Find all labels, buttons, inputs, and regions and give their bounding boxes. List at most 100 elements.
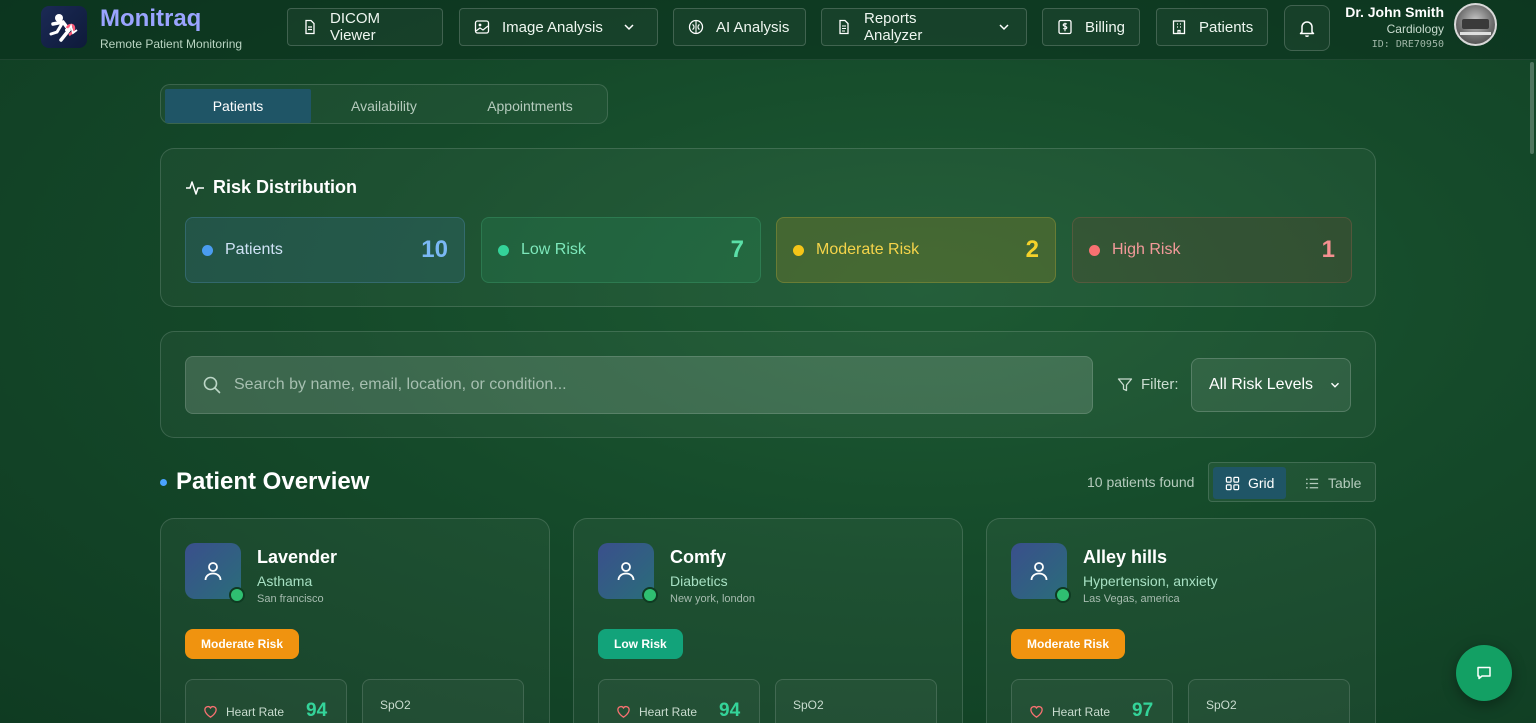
heart-icon <box>617 705 630 718</box>
heart-rate-value: 94 <box>306 700 328 721</box>
risk-distribution-title: Risk Distribution <box>185 177 357 198</box>
heart-icon <box>1030 705 1043 718</box>
user-department: Cardiology <box>1386 22 1444 36</box>
status-dot <box>1089 244 1100 256</box>
risk-level-select[interactable]: All Risk Levels <box>1191 358 1351 412</box>
nav-label: AI Analysis <box>716 18 790 36</box>
risk-card-label: Patients <box>225 241 283 258</box>
brain-icon <box>688 19 704 35</box>
status-dot <box>793 244 804 256</box>
nav-patients[interactable]: Patients <box>1156 8 1268 46</box>
search-box[interactable] <box>185 356 1093 414</box>
patient-card[interactable]: Lavender Asthama San francisco Moderate … <box>160 518 550 723</box>
table-view-button[interactable]: Table <box>1293 467 1373 499</box>
tab-patients[interactable]: Patients <box>165 89 311 123</box>
patient-location: New york, london <box>670 593 755 605</box>
risk-card-moderate[interactable]: Moderate Risk 2 <box>776 217 1056 283</box>
chevron-down-icon <box>624 24 634 31</box>
document-icon <box>305 19 315 35</box>
activity-icon <box>186 180 204 195</box>
heart-rate-metric: Heart Rate 94 <box>598 679 760 723</box>
metric-label: Heart Rate <box>1029 704 1110 719</box>
nav-reports-analyzer[interactable]: Reports Analyzer <box>821 8 1027 46</box>
user-icon <box>617 562 635 581</box>
risk-card-patients[interactable]: Patients 10 <box>185 217 465 283</box>
select-value: All Risk Levels <box>1209 376 1314 393</box>
patient-overview-title: Patient Overview <box>176 468 370 495</box>
user-icon <box>204 562 222 581</box>
section-bullet <box>160 479 167 486</box>
nav-label: Patients <box>1199 18 1254 36</box>
chat-icon <box>1477 666 1491 680</box>
risk-card-value: 10 <box>421 236 448 263</box>
hospital-icon <box>1172 20 1186 35</box>
status-dot <box>202 244 213 256</box>
bell-icon <box>1299 21 1315 38</box>
tab-availability[interactable]: Availability <box>311 89 457 123</box>
status-dot <box>498 244 509 256</box>
chevron-down-icon <box>999 24 1009 31</box>
risk-distribution-panel: Risk Distribution Patients 10 Low Risk 7… <box>160 148 1376 307</box>
nav-image-analysis[interactable]: Image Analysis <box>459 8 658 46</box>
metric-label: Heart Rate <box>203 704 284 719</box>
metric-label-text: Heart Rate <box>226 704 285 719</box>
filter-label: Filter: <box>1117 376 1179 393</box>
nav-label: Billing <box>1085 18 1126 36</box>
metric-label: SpO2 <box>1206 698 1237 712</box>
notifications-button[interactable] <box>1284 5 1330 51</box>
nav-ai-analysis[interactable]: AI Analysis <box>673 8 806 46</box>
grid-view-button[interactable]: Grid <box>1213 467 1287 499</box>
filter-label-text: Filter: <box>1141 376 1179 393</box>
online-status-dot <box>1055 587 1071 603</box>
chat-button[interactable] <box>1456 645 1512 701</box>
user-id: ID: DRE70950 <box>1371 39 1444 50</box>
table-label: Table <box>1328 475 1362 491</box>
patient-condition: Diabetics <box>670 573 728 589</box>
page-scrollbar[interactable] <box>1530 62 1534 154</box>
search-input[interactable] <box>234 376 1074 394</box>
list-icon <box>1306 477 1319 489</box>
heart-rate-value: 97 <box>1132 700 1154 721</box>
search-icon <box>203 376 221 394</box>
patient-name: Alley hills <box>1083 547 1168 567</box>
risk-card-value: 1 <box>1321 236 1335 263</box>
online-status-dot <box>229 587 245 603</box>
nav-label: Reports Analyzer <box>864 10 923 44</box>
online-status-dot <box>642 587 658 603</box>
user-avatar[interactable] <box>1454 3 1497 46</box>
metric-label: Heart Rate <box>616 704 697 719</box>
nav-dicom-viewer[interactable]: DICOM Viewer <box>287 8 443 46</box>
spo2-metric: SpO2 <box>775 679 937 723</box>
patient-location: Las Vegas, america <box>1083 593 1180 605</box>
heart-rate-metric: Heart Rate 97 <box>1011 679 1173 723</box>
metric-label: SpO2 <box>793 698 824 712</box>
risk-title-text: Risk Distribution <box>213 177 358 197</box>
risk-badge: Moderate Risk <box>1011 629 1126 659</box>
risk-card-value: 7 <box>730 236 744 263</box>
patient-card[interactable]: Comfy Diabetics New york, london Low Ris… <box>573 518 963 723</box>
grid-label: Grid <box>1248 475 1275 491</box>
report-icon <box>839 19 849 35</box>
risk-card-label: Low Risk <box>521 241 586 258</box>
risk-badge: Low Risk <box>598 629 683 659</box>
patient-name: Lavender <box>257 547 338 567</box>
user-icon <box>1030 562 1048 581</box>
nav-label: DICOM Viewer <box>330 10 380 44</box>
search-filter-panel: Filter: All Risk Levels <box>160 331 1376 438</box>
app-logo[interactable] <box>41 6 87 48</box>
risk-card-label: High Risk <box>1112 241 1181 258</box>
risk-card-low[interactable]: Low Risk 7 <box>481 217 761 283</box>
patient-name: Comfy <box>670 547 727 567</box>
patient-card[interactable]: Alley hills Hypertension, anxiety Las Ve… <box>986 518 1376 723</box>
risk-card-high[interactable]: High Risk 1 <box>1072 217 1352 283</box>
metric-label: SpO2 <box>380 698 411 712</box>
tab-appointments[interactable]: Appointments <box>457 89 603 123</box>
top-navigation-bar: Monitraq Remote Patient Monitoring DICOM… <box>0 0 1536 60</box>
patient-location: San francisco <box>257 593 324 605</box>
nav-billing[interactable]: Billing <box>1042 8 1140 46</box>
view-toggle: Grid Table <box>1208 462 1376 502</box>
logo-icon <box>49 14 78 42</box>
spo2-metric: SpO2 <box>362 679 524 723</box>
metric-label-text: Heart Rate <box>639 704 698 719</box>
user-name: Dr. John Smith <box>1345 4 1444 20</box>
